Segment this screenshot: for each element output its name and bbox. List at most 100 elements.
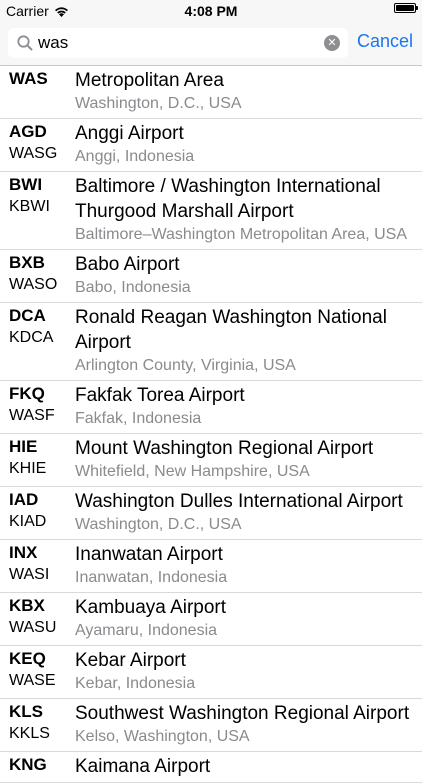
airport-location: Kebar, Indonesia bbox=[75, 675, 196, 692]
airport-codes: HIE KHIE bbox=[0, 436, 75, 483]
airport-info: Kebar Airport Kebar, Indonesia bbox=[75, 648, 422, 695]
iata-code: BXB bbox=[9, 253, 45, 272]
airport-info: Anggi Airport Anggi, Indonesia bbox=[75, 121, 422, 168]
airport-info: Kambuaya Airport Ayamaru, Indonesia bbox=[75, 595, 422, 642]
icao-code: WASO bbox=[9, 276, 58, 293]
airport-codes: FKQ WASF bbox=[0, 383, 75, 430]
airport-name: Kaimana Airport bbox=[75, 756, 211, 777]
airport-location: Washington, D.C., USA bbox=[75, 95, 242, 112]
result-row[interactable]: INX WASI Inanwatan Airport Inanwatan, Indon… bbox=[0, 540, 422, 593]
iata-code: BWI bbox=[9, 175, 43, 194]
airport-info: Inanwatan Airport Inanwatan, Indonesia bbox=[75, 542, 422, 589]
airport-location: Kelso, Washington, USA bbox=[75, 728, 250, 745]
cancel-button[interactable]: Cancel bbox=[357, 31, 413, 52]
result-row[interactable]: DCA KDCA Ronald Reagan Washington National… bbox=[0, 303, 422, 381]
icao-code: KDCA bbox=[9, 329, 54, 346]
result-row[interactable]: HIE KHIE Mount Washington Regional Airport… bbox=[0, 434, 422, 487]
iata-code: FKQ bbox=[9, 384, 45, 403]
airport-codes: KEQ WASE bbox=[0, 648, 75, 695]
airport-name: Fakfak Torea Airport bbox=[75, 385, 245, 406]
status-right bbox=[394, 3, 418, 13]
airport-name: Washington Dulles International Airport bbox=[75, 491, 403, 512]
icao-code: WASI bbox=[9, 566, 50, 583]
airport-codes: IAD KIAD bbox=[0, 489, 75, 536]
iata-code: DCA bbox=[9, 306, 46, 325]
icao-code: KHIE bbox=[9, 460, 47, 477]
battery-fill bbox=[396, 5, 414, 11]
iata-code: AGD bbox=[9, 122, 47, 141]
result-row[interactable]: WAS Metropolitan Area Washington, D.C., US… bbox=[0, 66, 422, 119]
icao-code: WASF bbox=[9, 407, 55, 424]
airport-location: Babo, Indonesia bbox=[75, 279, 191, 296]
icao-code: WASE bbox=[9, 672, 56, 689]
airport-info: Metropolitan Area Washington, D.C., USA bbox=[75, 68, 422, 115]
airport-codes: KBX WASU bbox=[0, 595, 75, 642]
battery-icon bbox=[394, 3, 418, 13]
iata-code: KEQ bbox=[9, 649, 46, 668]
airport-info: Babo Airport Babo, Indonesia bbox=[75, 252, 422, 299]
result-row[interactable]: AGD WASG Anggi Airport Anggi, Indonesia bbox=[0, 119, 422, 172]
search-bar: ✕ Cancel bbox=[0, 22, 422, 66]
iata-code: KBX bbox=[9, 596, 45, 615]
airport-name: Inanwatan Airport bbox=[75, 544, 223, 565]
result-row[interactable]: KEQ WASE Kebar Airport Kebar, Indonesia bbox=[0, 646, 422, 699]
airport-location: Washington, D.C., USA bbox=[75, 516, 242, 533]
airport-info: Ronald Reagan Washington National Airpor… bbox=[75, 305, 422, 377]
airport-codes: DCA KDCA bbox=[0, 305, 75, 377]
icao-code: KBWI bbox=[9, 198, 50, 215]
airport-info: Kaimana Airport bbox=[75, 754, 422, 779]
airport-location: Inanwatan, Indonesia bbox=[75, 569, 228, 586]
result-row[interactable]: IAD KIAD Washington Dulles International A… bbox=[0, 487, 422, 540]
icao-code: KKLS bbox=[9, 725, 50, 742]
airport-codes: INX WASI bbox=[0, 542, 75, 589]
airport-codes: KNG bbox=[0, 754, 75, 779]
airport-location: Baltimore–Washington Metropolitan Area, … bbox=[75, 226, 408, 243]
airport-name: Kambuaya Airport bbox=[75, 597, 227, 618]
iata-code: KNG bbox=[9, 755, 47, 774]
airport-info: Mount Washington Regional Airport Whitefi… bbox=[75, 436, 422, 483]
airport-location: Ayamaru, Indonesia bbox=[75, 622, 218, 639]
search-field[interactable]: ✕ bbox=[8, 28, 348, 58]
result-row[interactable]: KBX WASU Kambuaya Airport Ayamaru, Indonesi… bbox=[0, 593, 422, 646]
airport-name: Southwest Washington Regional Airport bbox=[75, 703, 410, 724]
airport-location: Arlington County, Virginia, USA bbox=[75, 357, 296, 374]
airport-info: Washington Dulles International Airport W… bbox=[75, 489, 422, 536]
iata-code: INX bbox=[9, 543, 38, 562]
icao-code: WASG bbox=[9, 145, 58, 162]
airport-info: Fakfak Torea Airport Fakfak, Indonesia bbox=[75, 383, 422, 430]
status-bar: Carrier 4:08 PM bbox=[0, 0, 422, 22]
airport-info: Baltimore / Washington International Thu… bbox=[75, 174, 422, 246]
results-list: WAS Metropolitan Area Washington, D.C., US… bbox=[0, 66, 422, 783]
clear-icon[interactable]: ✕ bbox=[324, 35, 340, 51]
airport-codes: AGD WASG bbox=[0, 121, 75, 168]
airport-codes: BXB WASO bbox=[0, 252, 75, 299]
airport-codes: WAS bbox=[0, 68, 75, 115]
airport-codes: KLS KKLS bbox=[0, 701, 75, 748]
result-row[interactable]: BWI KBWI Baltimore / Washington Internatio… bbox=[0, 172, 422, 250]
iata-code: WAS bbox=[9, 69, 48, 88]
iata-code: KLS bbox=[9, 702, 43, 721]
airport-location: Anggi, Indonesia bbox=[75, 148, 195, 165]
iata-code: HIE bbox=[9, 437, 38, 456]
airport-name: Babo Airport bbox=[75, 254, 180, 275]
airport-name: Baltimore / Washington International Thu… bbox=[75, 176, 381, 222]
airport-name: Kebar Airport bbox=[75, 650, 186, 671]
result-row[interactable]: BXB WASO Babo Airport Babo, Indonesia bbox=[0, 250, 422, 303]
result-row[interactable]: KLS KKLS Southwest Washington Regional Air… bbox=[0, 699, 422, 752]
airport-name: Anggi Airport bbox=[75, 123, 184, 144]
result-row[interactable]: KNG Kaimana Airport bbox=[0, 752, 422, 783]
result-row[interactable]: FKQ WASF Fakfak Torea Airport Fakfak, Indon… bbox=[0, 381, 422, 434]
airport-info: Southwest Washington Regional Airport Kel… bbox=[75, 701, 422, 748]
airport-location: Whitefield, New Hampshire, USA bbox=[75, 463, 310, 480]
status-time: 4:08 PM bbox=[184, 3, 238, 19]
search-icon bbox=[17, 35, 33, 51]
airport-location: Fakfak, Indonesia bbox=[75, 410, 202, 427]
search-input[interactable] bbox=[38, 28, 318, 58]
icao-code: KIAD bbox=[9, 513, 47, 530]
iata-code: IAD bbox=[9, 490, 39, 509]
icao-code: WASU bbox=[9, 619, 57, 636]
airport-codes: BWI KBWI bbox=[0, 174, 75, 246]
airport-name: Mount Washington Regional Airport bbox=[75, 438, 374, 459]
airport-name: Ronald Reagan Washington National Airpor… bbox=[75, 307, 387, 353]
airport-name: Metropolitan Area bbox=[75, 70, 224, 91]
